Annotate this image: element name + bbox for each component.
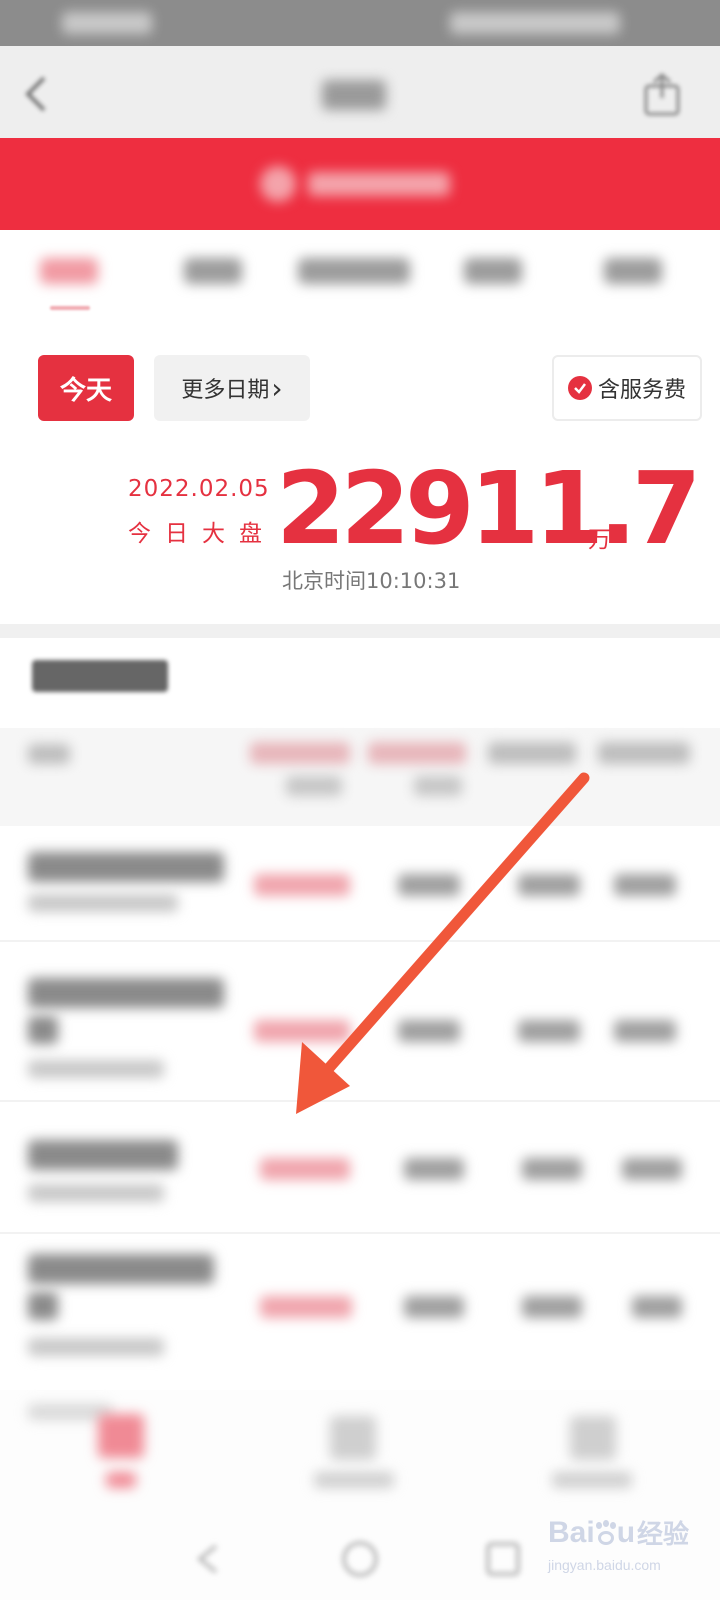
status-bar [0,0,720,46]
more-dates-button[interactable]: 更多日期 › [154,355,310,421]
service-fee-label: 含服务费 [597,378,686,403]
film-share [398,1020,460,1042]
tab-3[interactable] [298,258,410,284]
film-title-line2 [28,1016,58,1044]
tab-2[interactable] [184,258,242,284]
watermark-brand: Bai [548,1515,595,1549]
film-meta [28,1184,164,1202]
chevron-left-icon[interactable] [22,74,50,114]
film-realtime [260,1158,350,1180]
summary-time: 北京时间10:10:31 [282,569,461,593]
system-recents-icon[interactable] [486,1542,520,1576]
film-share [398,874,460,896]
more-dates-label: 更多日期 [181,378,270,403]
share-icon[interactable] [640,72,684,118]
film-title [28,852,224,882]
schedule-icon [330,1416,376,1460]
header-col-share-sub [414,776,462,796]
row-divider [0,1232,720,1234]
film-title [28,1140,178,1170]
film-col4 [522,1158,582,1180]
film-meta [28,1060,164,1078]
film-realtime [260,1296,352,1318]
summary-date: 2022.02.05 [128,476,270,502]
status-right-icons [450,12,620,34]
section-divider [0,624,720,638]
film-realtime [254,1020,350,1042]
system-nav-bar [196,1541,520,1577]
page-title [322,80,386,110]
tab-indicator [50,306,90,310]
film-col5 [632,1296,682,1318]
film-title [28,1254,214,1284]
bottom-tab-3-label [552,1472,632,1488]
header-col-realtime-sub [286,776,342,796]
film-title-line2 [28,1292,58,1320]
header-col-film [28,744,70,764]
system-home-icon[interactable] [342,1541,378,1577]
film-col4 [518,874,580,896]
film-meta [28,894,178,912]
film-title [28,978,224,1008]
watermark-brand-cn: 经验 [637,1519,690,1549]
list-icon [570,1416,616,1460]
ranking-title [32,660,168,692]
today-button[interactable]: 今天 [38,355,134,421]
film-col5 [614,874,676,896]
watermark-url: jingyan.baidu.com [548,1557,661,1573]
tab-active[interactable] [40,258,98,284]
tab-4[interactable] [464,258,522,284]
box-office-icon [98,1414,144,1458]
summary-label: 今日大盘 [128,521,276,547]
bottom-tab-1-label [106,1472,136,1488]
summary-value: 22911.7 [276,450,701,567]
header-col-5[interactable] [598,742,690,764]
today-button-label: 今天 [59,375,112,406]
paw-icon [595,1519,617,1546]
film-share [404,1158,464,1180]
film-meta [28,1338,164,1356]
film-col4 [522,1296,582,1318]
service-fee-toggle[interactable]: 含服务费 [552,355,702,421]
watermark-brand-tail: u [616,1515,636,1549]
film-col5 [622,1158,682,1180]
film-col5 [614,1020,676,1042]
row-divider [0,940,720,942]
banner-logo-icon [260,166,296,202]
summary-unit: 万 [588,527,611,553]
tab-5[interactable] [604,258,662,284]
watermark: Bai u 经验 jingyan.baidu.com [548,1514,718,1592]
film-realtime [254,874,350,896]
film-col4 [518,1020,580,1042]
banner-text [308,172,450,196]
promo-banner-content [260,162,460,206]
header-col-realtime[interactable] [250,742,350,764]
header-col-4[interactable] [488,742,576,764]
row-divider [0,1100,720,1102]
check-circle-icon [567,376,592,400]
system-back-icon[interactable] [196,1544,218,1574]
status-left-icons [62,12,152,34]
film-share [404,1296,464,1318]
chevron-right-icon: › [271,371,283,405]
header-col-share[interactable] [368,742,466,764]
bottom-tab-2-label [314,1472,394,1488]
